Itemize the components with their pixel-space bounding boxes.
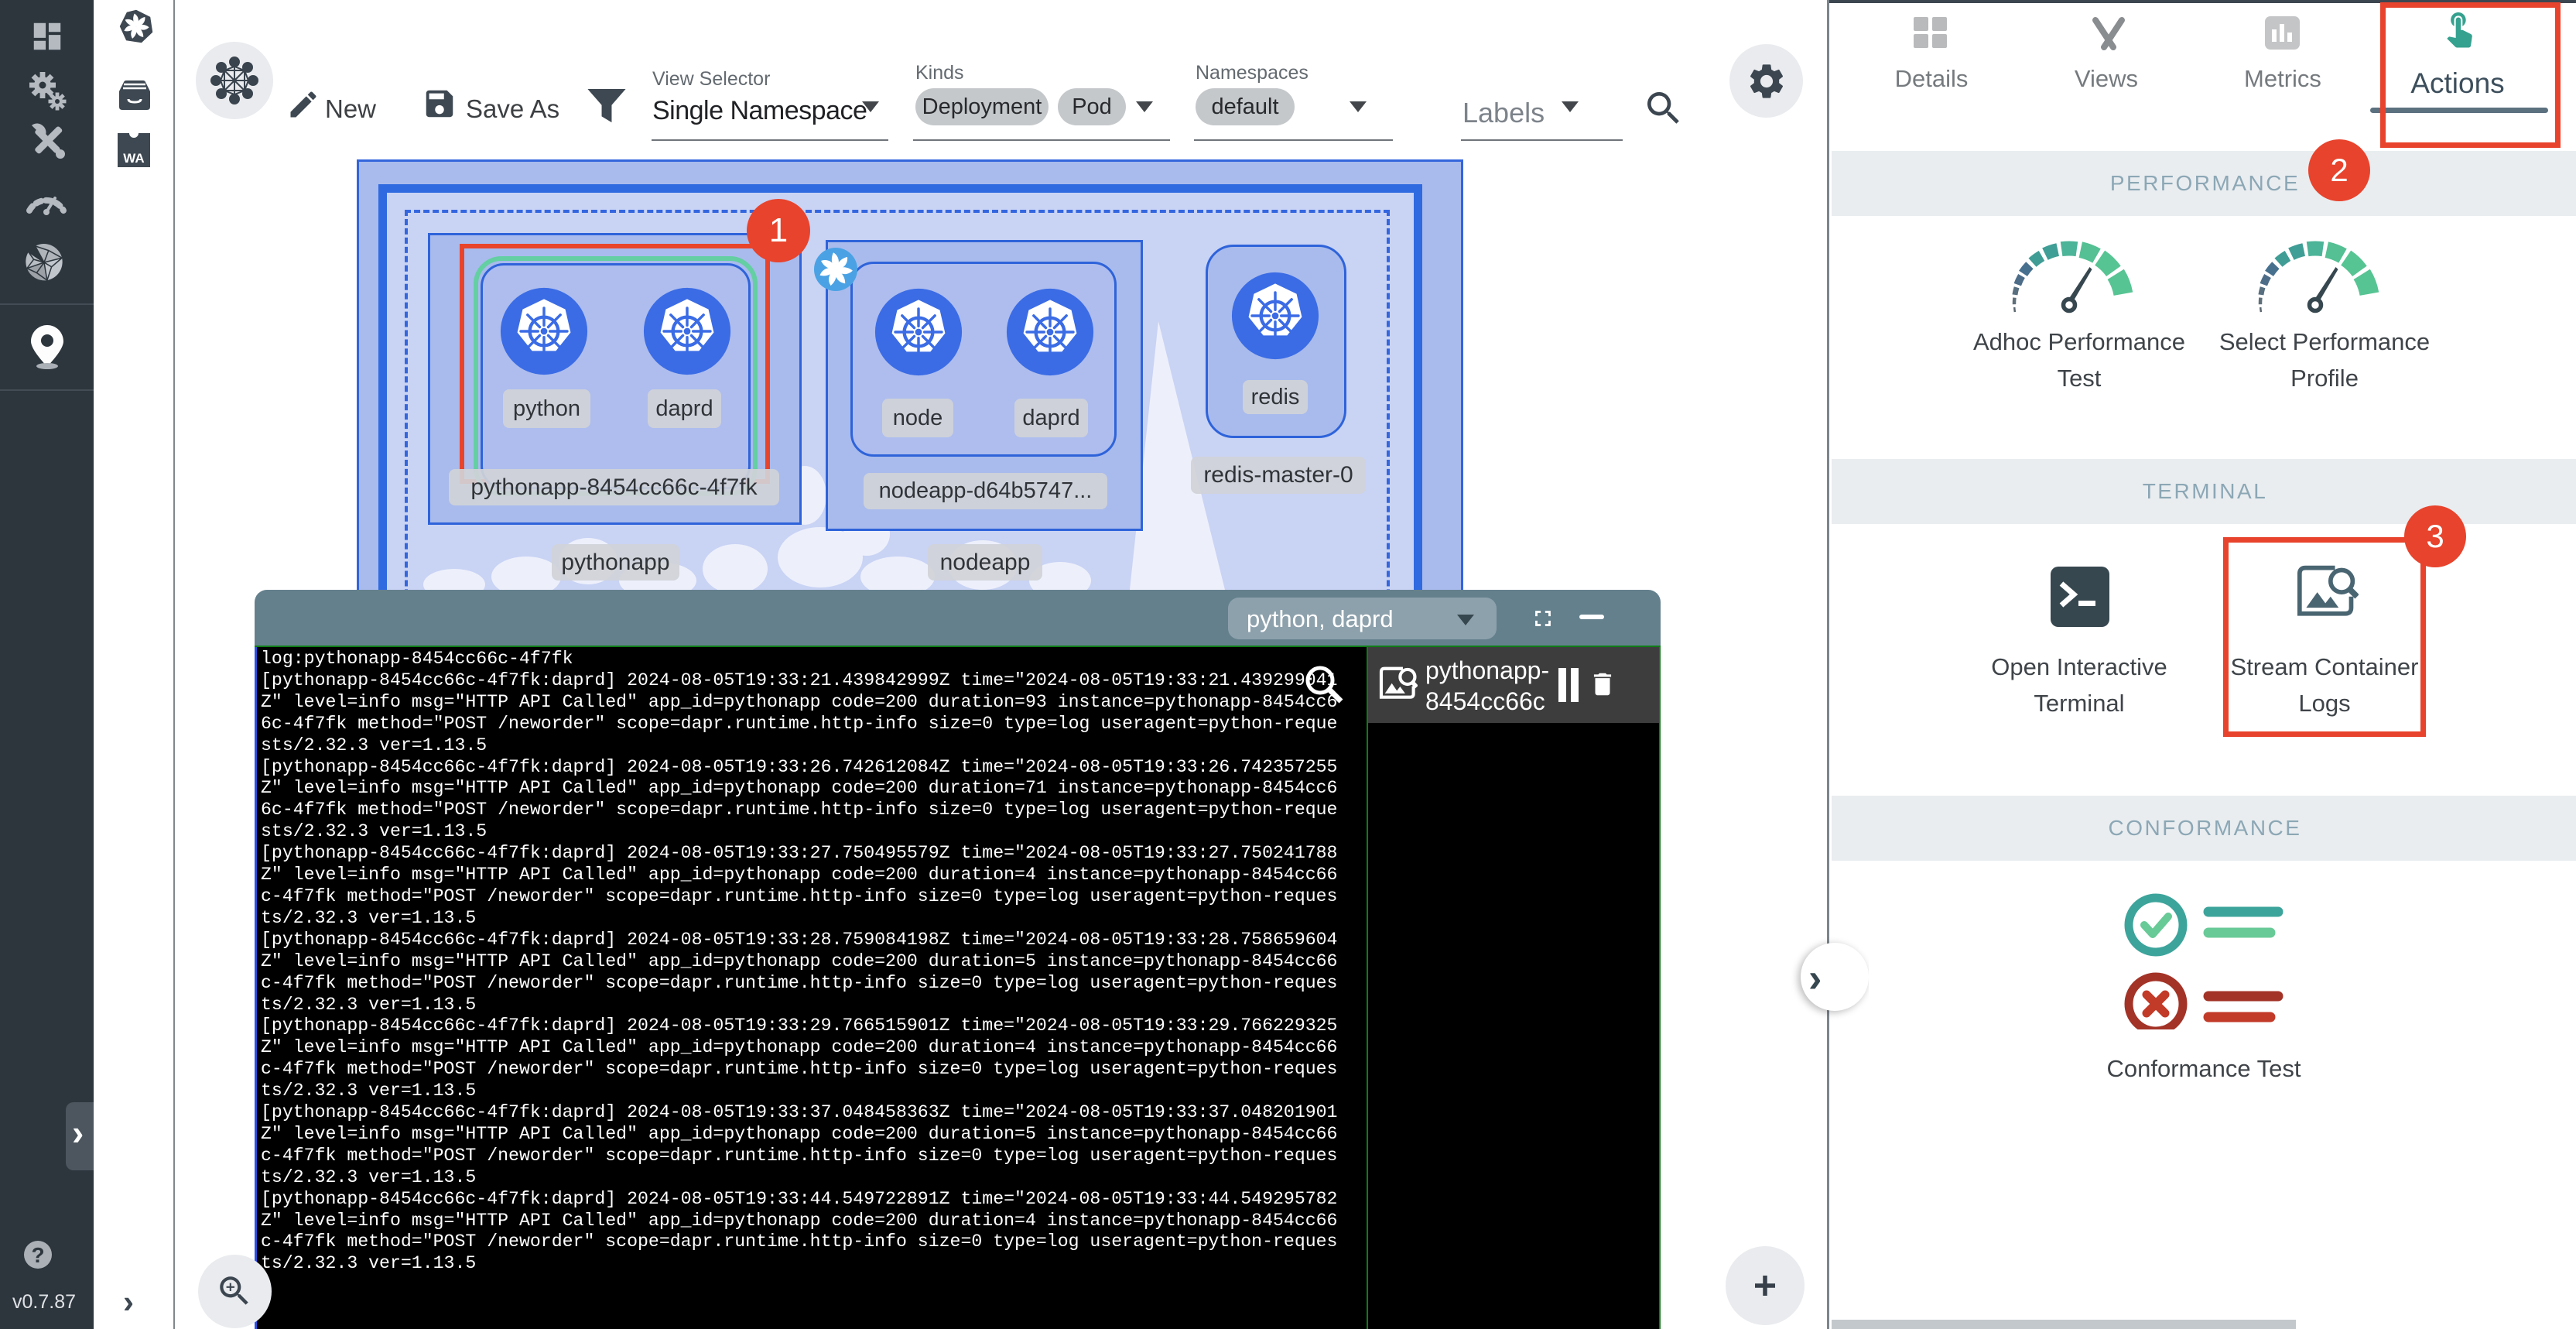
svg-text:WA: WA (123, 151, 144, 166)
